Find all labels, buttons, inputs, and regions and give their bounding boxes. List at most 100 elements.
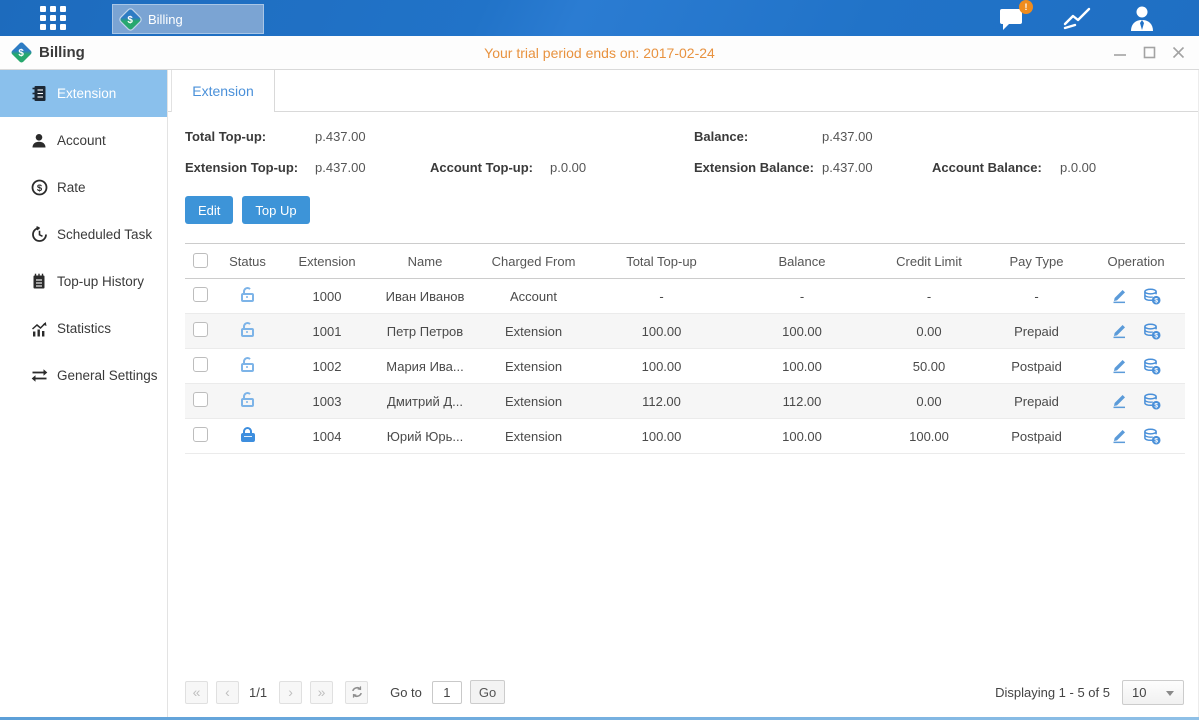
- header-checkbox-cell: [185, 244, 215, 279]
- col-status: Status: [215, 244, 280, 279]
- cell-charged-from: Extension: [476, 419, 591, 454]
- cell-credit-limit: 0.00: [872, 384, 986, 419]
- page-info: 1/1: [249, 685, 267, 700]
- topup-coins-icon[interactable]: $: [1143, 288, 1161, 305]
- total-topup-value: p.437.00: [315, 129, 430, 144]
- minimize-icon[interactable]: [1113, 47, 1127, 59]
- account-topup-value: p.0.00: [550, 160, 694, 175]
- stats-icon: [30, 320, 48, 338]
- extension-panel: Total Top-up: p.437.00 Extension Top-up:…: [168, 112, 1198, 717]
- go-button[interactable]: Go: [470, 680, 505, 704]
- chart-icon[interactable]: [1063, 6, 1091, 30]
- chevron-down-icon: [1166, 691, 1174, 696]
- notification-badge: !: [1019, 0, 1033, 14]
- chat-icon[interactable]: !: [999, 6, 1025, 31]
- cell-name: Иван Иванов: [374, 279, 476, 314]
- row-checkbox[interactable]: [193, 392, 208, 407]
- edit-pencil-icon[interactable]: [1111, 358, 1127, 374]
- prev-page-button[interactable]: ‹: [216, 681, 239, 704]
- topbar-billing-tab[interactable]: $ Billing: [112, 4, 264, 34]
- sidebar-item-extension[interactable]: Extension: [0, 70, 167, 117]
- tab-strip: Extension: [168, 70, 1198, 112]
- arrows-exchange-icon: [30, 367, 48, 385]
- topup-coins-icon[interactable]: $: [1143, 428, 1161, 445]
- edit-pencil-icon[interactable]: [1111, 393, 1127, 409]
- row-checkbox[interactable]: [193, 287, 208, 302]
- topup-coins-icon[interactable]: $: [1143, 393, 1161, 410]
- page-size-select[interactable]: 10: [1122, 680, 1184, 705]
- svg-text:$: $: [1154, 332, 1158, 339]
- svg-text:$: $: [1154, 437, 1158, 444]
- cell-name: Петр Петров: [374, 314, 476, 349]
- cell-credit-limit: 50.00: [872, 349, 986, 384]
- window-controls: [1113, 46, 1185, 59]
- content-area: Extension Total Top-up: p.437.00 Extensi…: [168, 70, 1198, 717]
- sidebar-item-topup-history[interactable]: Top-up History: [0, 258, 167, 305]
- table-row: 1001 Петр Петров Extension 100.00 100.00…: [185, 314, 1185, 349]
- first-page-button[interactable]: «: [185, 681, 208, 704]
- table-row: 1003 Дмитрий Д... Extension 112.00 112.0…: [185, 384, 1185, 419]
- tab-extension[interactable]: Extension: [171, 70, 275, 112]
- edit-pencil-icon[interactable]: [1111, 323, 1127, 339]
- table-row: 1004 Юрий Юрь... Extension 100.00 100.00…: [185, 419, 1185, 454]
- topup-coins-icon[interactable]: $: [1143, 323, 1161, 340]
- cell-pay-type: Postpaid: [986, 419, 1087, 454]
- window-header: $ Billing Your trial period ends on: 201…: [0, 36, 1199, 70]
- go-to-page-input[interactable]: [432, 681, 462, 704]
- refresh-icon[interactable]: [345, 681, 368, 704]
- table-row: 1000 Иван Иванов Account - - - - $: [185, 279, 1185, 314]
- topup-coins-icon[interactable]: $: [1143, 358, 1161, 375]
- status-locked-icon: [240, 427, 256, 443]
- row-checkbox[interactable]: [193, 427, 208, 442]
- select-all-checkbox[interactable]: [193, 253, 208, 268]
- cell-extension: 1004: [280, 419, 374, 454]
- cell-credit-limit: 0.00: [872, 314, 986, 349]
- svg-text:$: $: [36, 183, 42, 194]
- cell-pay-type: Prepaid: [986, 384, 1087, 419]
- top-up-button[interactable]: Top Up: [242, 196, 309, 224]
- window-body: Extension Account $ Rat: [0, 70, 1199, 717]
- sidebar-item-statistics[interactable]: Statistics: [0, 305, 167, 352]
- sidebar-item-account[interactable]: Account: [0, 117, 167, 164]
- total-topup-label: Total Top-up:: [185, 129, 315, 144]
- table-header-row: Status Extension Name Charged From Total…: [185, 244, 1185, 279]
- edit-pencil-icon[interactable]: [1111, 428, 1127, 444]
- dollar-circle-icon: $: [30, 179, 48, 197]
- cell-charged-from: Extension: [476, 349, 591, 384]
- ledger-icon: [30, 85, 48, 103]
- sidebar-item-rate[interactable]: $ Rate: [0, 164, 167, 211]
- next-page-button[interactable]: ›: [279, 681, 302, 704]
- edit-pencil-icon[interactable]: [1111, 288, 1127, 304]
- svg-text:$: $: [1154, 402, 1158, 409]
- row-checkbox[interactable]: [193, 322, 208, 337]
- col-extension: Extension: [280, 244, 374, 279]
- cell-total-topup: 112.00: [591, 384, 732, 419]
- maximize-icon[interactable]: [1143, 46, 1156, 59]
- account-balance-value: p.0.00: [1060, 160, 1184, 175]
- sidebar: Extension Account $ Rat: [0, 70, 168, 717]
- cell-total-topup: 100.00: [591, 314, 732, 349]
- cell-charged-from: Account: [476, 279, 591, 314]
- row-checkbox[interactable]: [193, 357, 208, 372]
- edit-button[interactable]: Edit: [185, 196, 233, 224]
- balance-label: Balance:: [694, 129, 822, 144]
- account-topup-label: Account Top-up:: [430, 160, 550, 175]
- displaying-info: Displaying 1 - 5 of 5: [995, 685, 1110, 700]
- trial-notice: Your trial period ends on: 2017-02-24: [0, 45, 1199, 61]
- billing-diamond-icon: $: [119, 8, 141, 30]
- user-icon[interactable]: [1129, 5, 1155, 32]
- topbar-billing-tab-label: Billing: [148, 12, 183, 27]
- cell-charged-from: Extension: [476, 384, 591, 419]
- sidebar-item-scheduled-task[interactable]: Scheduled Task: [0, 211, 167, 258]
- last-page-button[interactable]: »: [310, 681, 333, 704]
- close-icon[interactable]: [1172, 46, 1185, 59]
- svg-text:$: $: [1154, 297, 1158, 304]
- status-unlocked-icon: [240, 322, 256, 338]
- col-total-topup: Total Top-up: [591, 244, 732, 279]
- apps-grid-icon[interactable]: [36, 4, 70, 32]
- extension-balance-value: p.437.00: [822, 160, 932, 175]
- sidebar-item-general-settings[interactable]: General Settings: [0, 352, 167, 399]
- cell-balance: 100.00: [732, 314, 872, 349]
- cell-name: Мария Ива...: [374, 349, 476, 384]
- extension-topup-value: p.437.00: [315, 160, 430, 175]
